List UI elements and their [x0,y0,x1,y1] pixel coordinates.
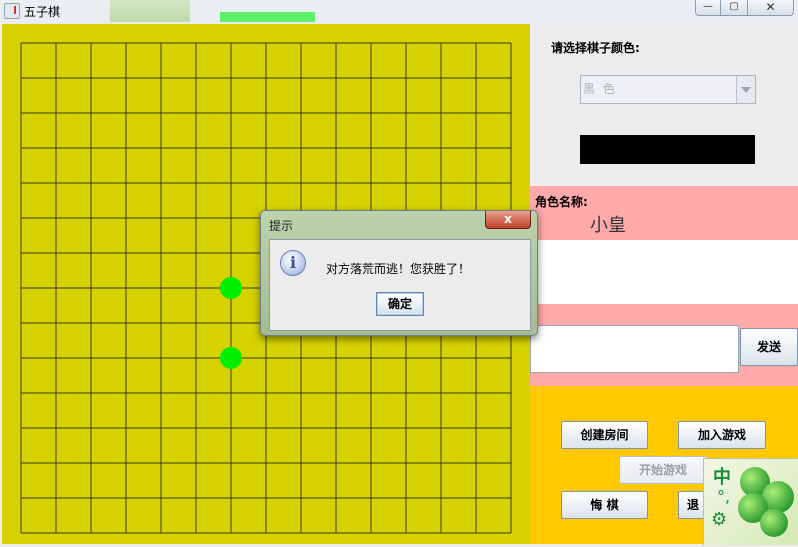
dialog-body: i 对方落荒而逃！您获胜了！ 确定 [269,239,531,331]
board-stone [220,277,242,299]
clover-logo-icon [760,509,788,537]
send-button[interactable]: 发送 [740,328,798,366]
piece-color-select[interactable]: 黑 色 [580,75,756,104]
window-titlebar: 五子棋 — ▢ ✕ [0,0,798,22]
gear-icon[interactable]: ⚙ [711,509,727,530]
dialog-title: 提示 [269,219,294,233]
window-title: 五子棋 [24,5,61,19]
ime-language-indicator[interactable]: 中 [713,463,731,489]
undo-move-button[interactable]: 悔 棋 [561,491,648,519]
chevron-down-icon[interactable] [736,76,755,103]
chat-history-area[interactable] [530,240,798,304]
maximize-button[interactable]: ▢ [720,0,748,16]
board-stone [220,347,242,369]
join-game-button[interactable]: 加入游戏 [678,421,766,449]
close-window-button[interactable]: ✕ [747,0,794,16]
java-app-icon [4,3,20,19]
role-name-label: 角色名称: [535,195,588,209]
piece-color-swatch [580,135,755,164]
chat-message-input[interactable] [530,325,739,373]
message-dialog: 提示 x i 对方落荒而逃！您获胜了！ 确定 [260,210,538,336]
ime-toolbar[interactable]: 中 °, ⚙ [703,458,798,545]
color-prompt-label: 请选择棋子颜色: [551,41,640,55]
piece-color-value: 黑 色 [583,82,617,96]
role-name-value: 小皇 [590,215,626,236]
minimize-button[interactable]: — [695,0,721,16]
create-room-button[interactable]: 创建房间 [561,421,648,449]
info-icon: i [280,250,306,276]
ok-button[interactable]: 确定 [376,292,424,316]
ime-punctuation-indicator[interactable]: °, [717,487,730,506]
start-game-button[interactable]: 开始游戏 [619,456,707,484]
titlebar-background-decoration [110,0,190,22]
dialog-close-button[interactable]: x [485,211,531,229]
titlebar-background-decoration [220,12,315,22]
dialog-message: 对方落荒而逃！您获胜了！ [326,262,471,276]
